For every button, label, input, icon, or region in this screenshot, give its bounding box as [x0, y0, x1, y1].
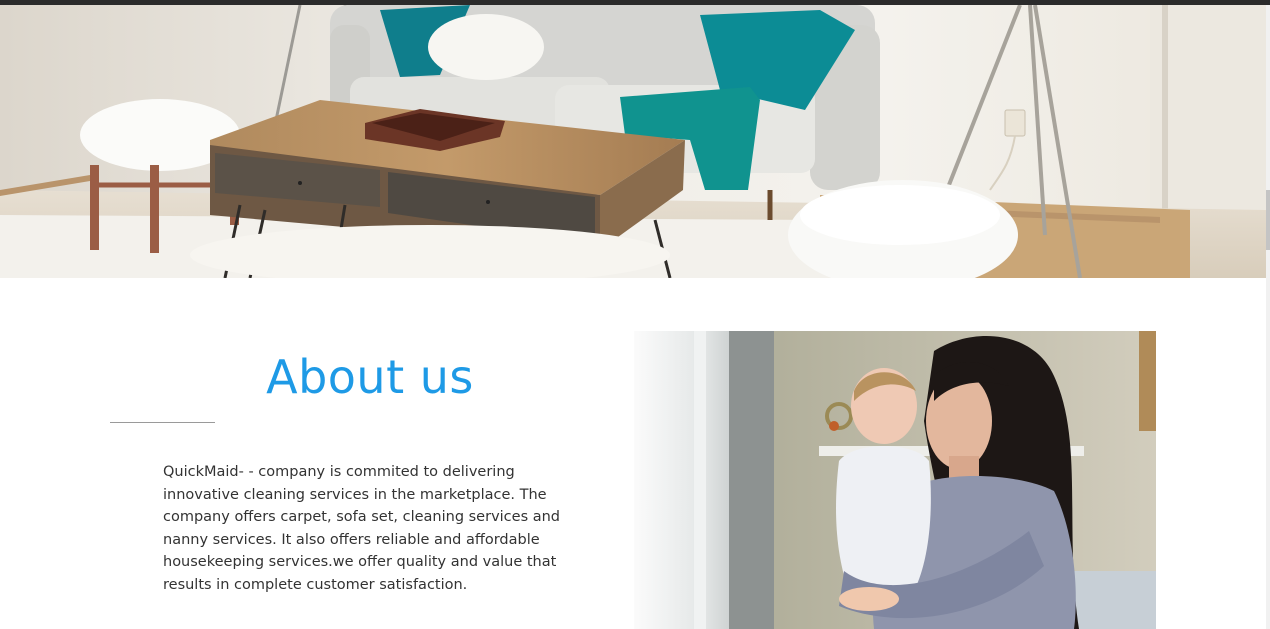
title-divider	[110, 422, 215, 423]
page-scrollbar[interactable]	[1266, 5, 1270, 629]
about-photo	[634, 331, 1156, 629]
hero-image	[0, 5, 1266, 278]
about-description: QuickMaid- - company is commited to deli…	[163, 464, 561, 593]
scrollbar-thumb[interactable]	[1266, 190, 1270, 250]
about-title: About us	[266, 350, 474, 404]
